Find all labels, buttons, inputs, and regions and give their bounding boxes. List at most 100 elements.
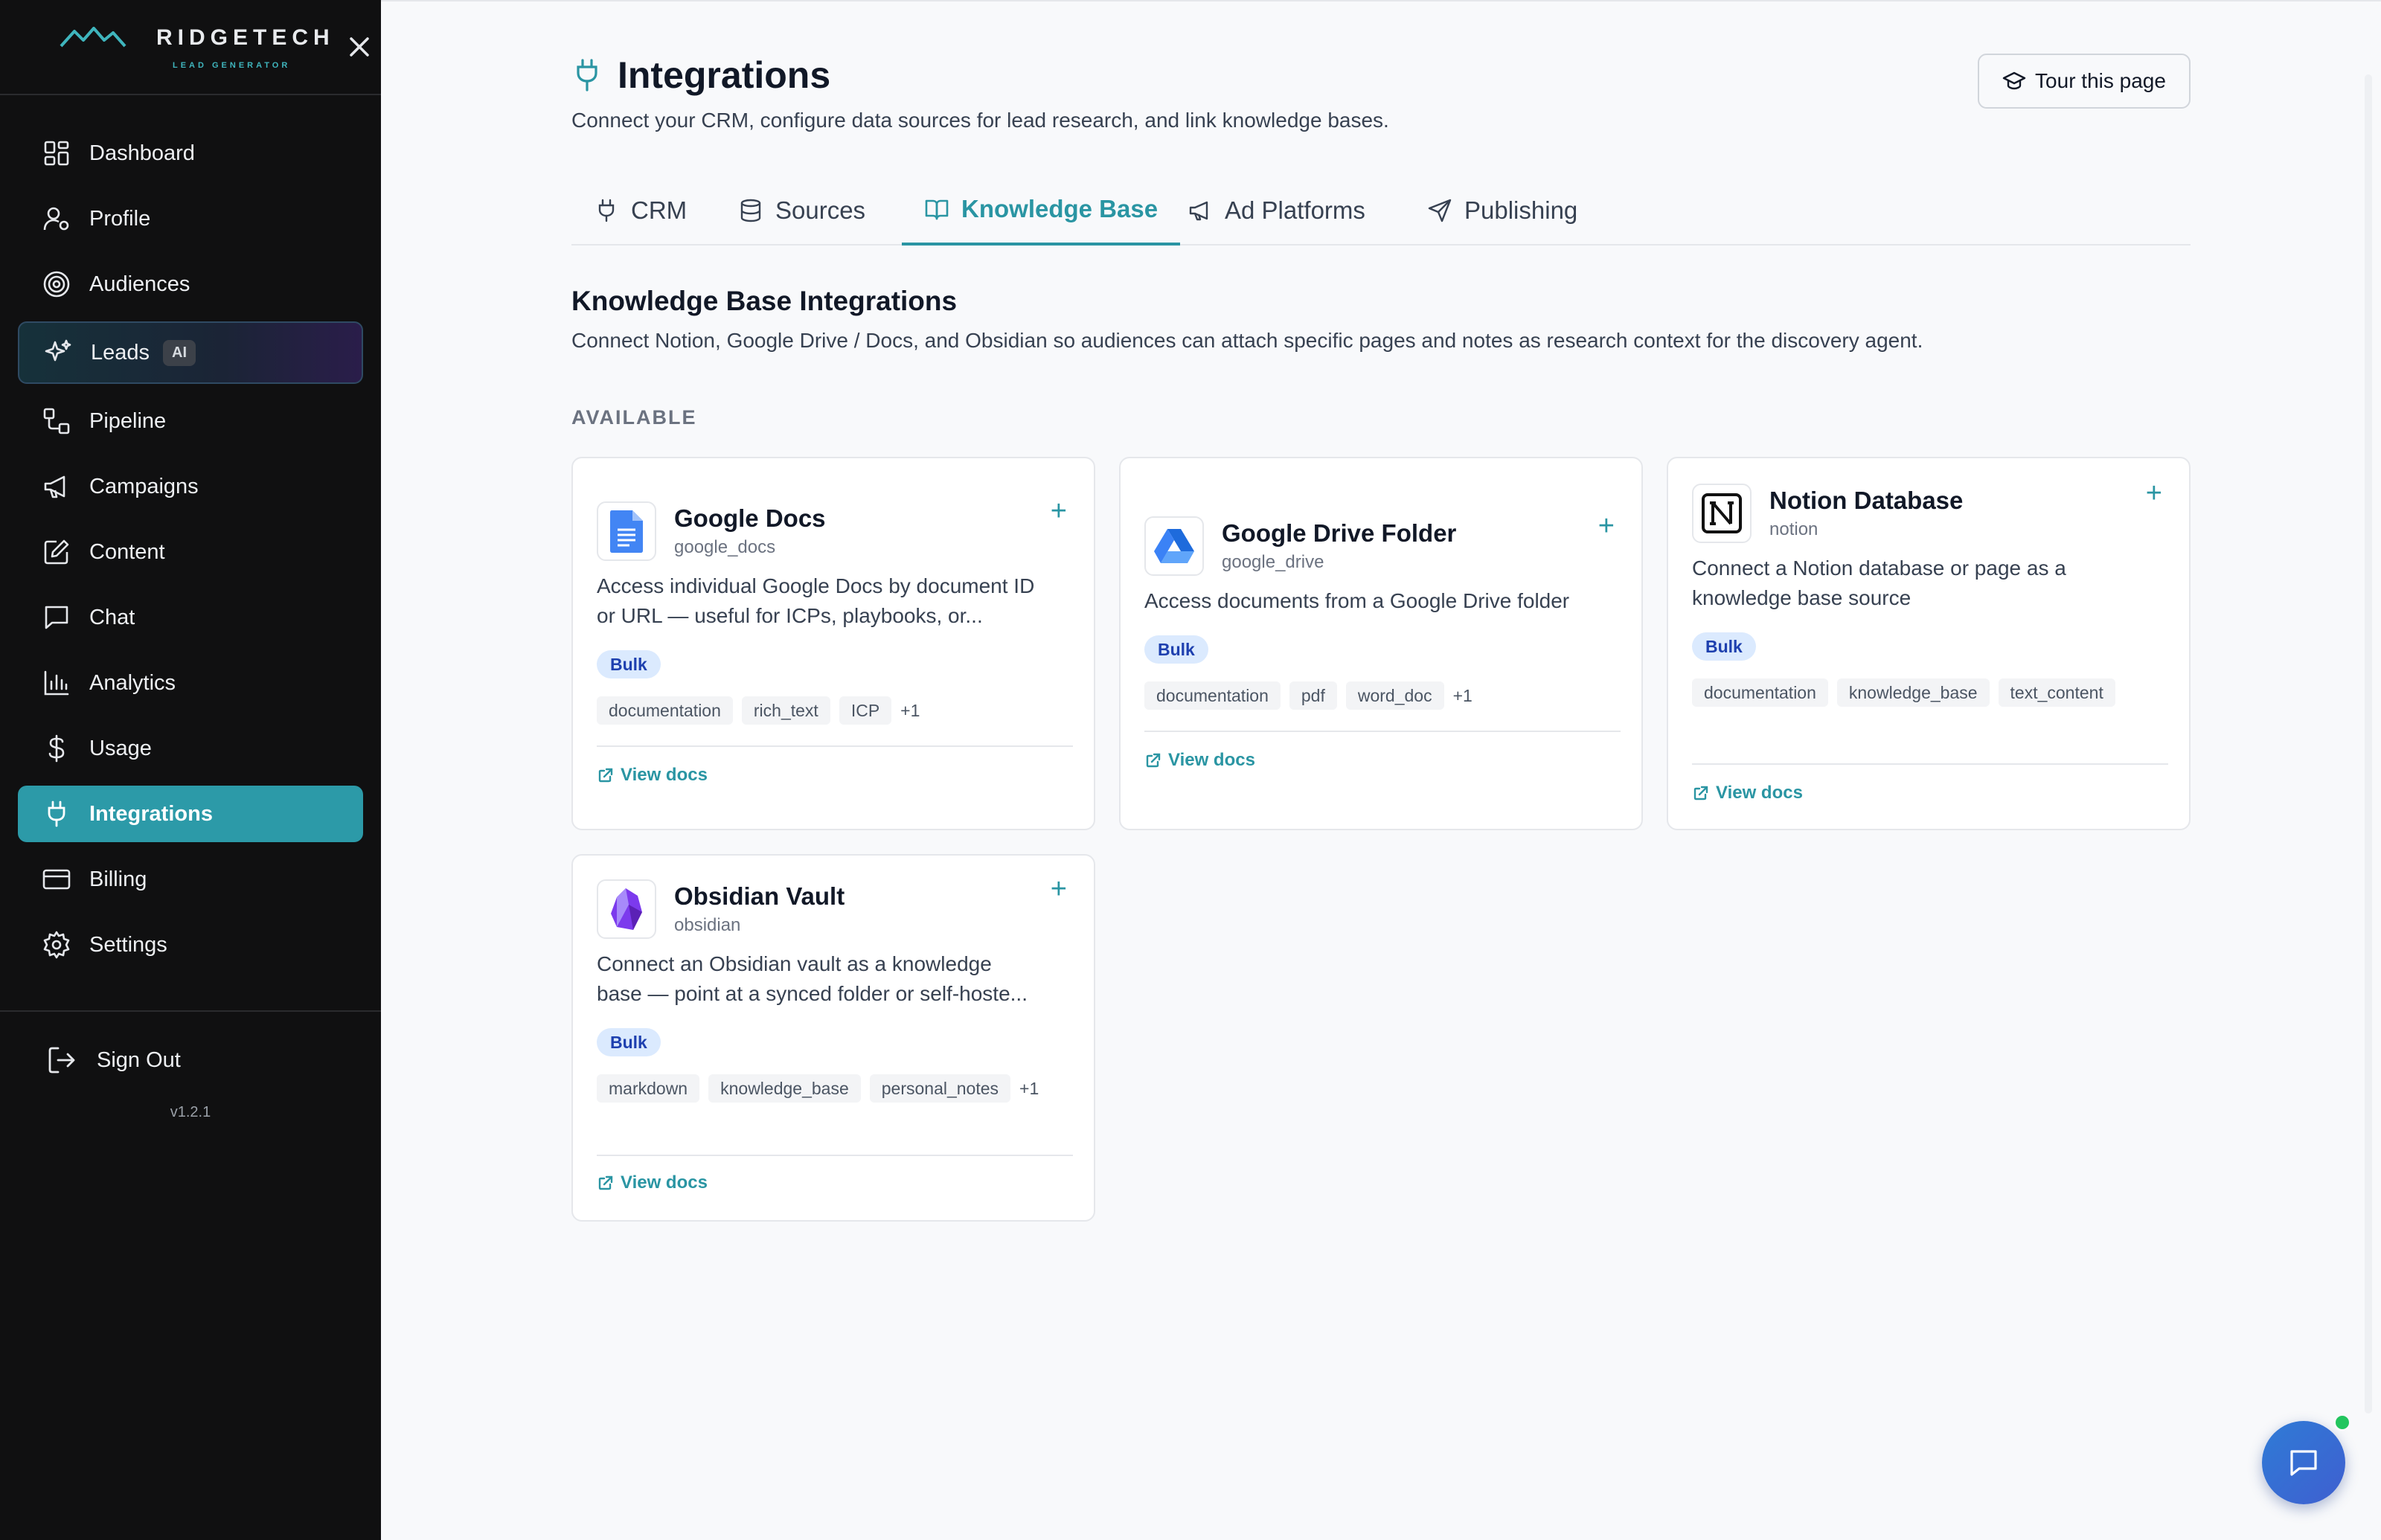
integration-name: Obsidian Vault — [674, 882, 845, 910]
megaphone-icon — [1189, 201, 1208, 221]
bulk-badge: Bulk — [1144, 635, 1208, 664]
integration-card-obsidian[interactable]: Obsidian Vault obsidian + Connect an Obs… — [571, 854, 1095, 1222]
available-heading: AVAILABLE — [571, 406, 697, 429]
tag: documentation — [1144, 681, 1281, 710]
mountain-logo-icon — [60, 27, 126, 48]
tag-list: documentation pdf word_doc +1 — [1144, 681, 1621, 710]
dollar-icon — [48, 734, 65, 763]
sidebar-item-billing[interactable]: Billing — [18, 851, 363, 908]
external-link-icon — [598, 768, 613, 783]
tag-list: markdown knowledge_base personal_notes +… — [597, 1074, 1073, 1103]
megaphone-icon — [44, 475, 65, 498]
sidebar-item-label: Profile — [89, 206, 151, 231]
target-icon — [43, 271, 70, 298]
external-link-icon — [598, 1175, 613, 1190]
dashboard-icon — [44, 141, 69, 166]
sign-out-label: Sign Out — [97, 1047, 181, 1072]
tab-sources[interactable]: Sources — [716, 176, 888, 246]
sidebar-item-chat[interactable]: Chat — [18, 589, 363, 646]
view-docs-label: View docs — [621, 765, 708, 785]
send-icon — [1428, 199, 1452, 222]
scrollbar[interactable] — [2365, 74, 2372, 1414]
close-icon[interactable] — [345, 33, 374, 61]
brand-header: RIDGETECH LEAD GENERATOR — [0, 0, 381, 95]
view-docs-link[interactable]: View docs — [1692, 783, 1803, 803]
google-drive-logo — [1144, 516, 1204, 576]
integration-description: Connect a Notion database or page as a k… — [1692, 554, 2165, 613]
obsidian-logo — [597, 879, 656, 939]
card-divider — [597, 745, 1073, 747]
sidebar-item-label: Billing — [89, 867, 147, 891]
sidebar-item-label: Usage — [89, 736, 152, 760]
top-border — [381, 0, 2381, 4]
external-link-icon — [1146, 753, 1161, 768]
integration-slug: obsidian — [674, 915, 741, 935]
sidebar-item-label: Settings — [89, 932, 167, 957]
sidebar-item-label: Chat — [89, 605, 135, 629]
view-docs-link[interactable]: View docs — [597, 765, 708, 786]
integration-description: Connect an Obsidian vault as a knowledge… — [597, 949, 1070, 1009]
tag: knowledge_base — [708, 1074, 861, 1103]
sidebar-item-label: Pipeline — [89, 408, 167, 433]
view-docs-label: View docs — [1168, 750, 1255, 770]
sign-out-button[interactable]: Sign Out — [46, 1045, 181, 1076]
description-line: or URL — useful for ICPs, playbooks, or.… — [597, 604, 983, 627]
more-tags-count: +1 — [900, 700, 920, 720]
sidebar-item-pipeline[interactable]: Pipeline — [18, 393, 363, 449]
integration-card-google-drive[interactable]: Google Drive Folder google_drive + Acces… — [1119, 457, 1643, 830]
bar-chart-icon — [44, 670, 69, 696]
sidebar-nav: Dashboard Profile Audiences Leads AI Pip… — [18, 125, 363, 982]
integration-name: Google Drive Folder — [1222, 519, 1457, 547]
view-docs-label: View docs — [1716, 783, 1803, 803]
view-docs-link[interactable]: View docs — [1144, 750, 1255, 771]
google-docs-logo — [597, 501, 656, 561]
sidebar-item-label: Dashboard — [89, 141, 195, 165]
sidebar: RIDGETECH LEAD GENERATOR Dashboard Profi… — [0, 0, 381, 1540]
card-divider — [1692, 763, 2168, 765]
brand-tagline: LEAD GENERATOR — [173, 61, 291, 70]
description-line: Connect a Notion database or page as a — [1692, 556, 2066, 580]
pipeline-icon — [43, 408, 70, 434]
tag: markdown — [597, 1074, 700, 1103]
sidebar-item-profile[interactable]: Profile — [18, 190, 363, 247]
tab-label: Knowledge Base — [961, 195, 1159, 222]
integration-slug: notion — [1769, 519, 1818, 539]
page-subtitle: Connect your CRM, configure data sources… — [571, 109, 1389, 132]
notion-icon — [1702, 493, 1742, 533]
tab-crm[interactable]: CRM — [571, 176, 709, 246]
sidebar-item-leads[interactable]: Leads AI — [18, 321, 363, 384]
tour-page-button[interactable]: Tour this page — [1978, 54, 2191, 109]
chat-icon — [45, 606, 68, 629]
tab-knowledge-base[interactable]: Knowledge Base — [902, 176, 1181, 246]
sidebar-item-settings[interactable]: Settings — [18, 917, 363, 973]
tab-publishing[interactable]: Publishing — [1405, 176, 1600, 246]
sidebar-item-usage[interactable]: Usage — [18, 720, 363, 777]
integration-card-notion[interactable]: Notion Database notion + Connect a Notio… — [1667, 457, 2191, 830]
add-integration-button[interactable]: + — [1051, 497, 1067, 525]
sidebar-item-integrations[interactable]: Integrations — [18, 786, 363, 842]
add-integration-button[interactable]: + — [1598, 512, 1615, 540]
sidebar-item-dashboard[interactable]: Dashboard — [18, 125, 363, 182]
graduation-cap-icon — [2002, 71, 2026, 90]
sidebar-item-analytics[interactable]: Analytics — [18, 655, 363, 711]
obsidian-icon — [611, 888, 642, 930]
integration-card-google-docs[interactable]: Google Docs google_docs + Access individ… — [571, 457, 1095, 830]
sidebar-item-campaigns[interactable]: Campaigns — [18, 458, 363, 515]
description-line: Access documents from a Google Drive fol… — [1144, 589, 1570, 612]
section-description: Connect Notion, Google Drive / Docs, and… — [571, 329, 1923, 352]
add-integration-button[interactable]: + — [1051, 875, 1067, 903]
user-gear-icon — [43, 207, 69, 231]
description-line: Connect an Obsidian vault as a knowledge — [597, 952, 992, 975]
view-docs-link[interactable]: View docs — [597, 1172, 708, 1193]
sidebar-item-content[interactable]: Content — [18, 524, 363, 580]
bulk-badge: Bulk — [1692, 632, 1756, 661]
tab-ad-platforms[interactable]: Ad Platforms — [1165, 176, 1388, 246]
chat-widget-button[interactable] — [2262, 1421, 2345, 1504]
page-title: Integrations — [618, 54, 831, 96]
integration-description: Access documents from a Google Drive fol… — [1144, 586, 1618, 616]
add-integration-button[interactable]: + — [2146, 479, 2162, 507]
tab-label: Sources — [775, 196, 866, 224]
sidebar-item-audiences[interactable]: Audiences — [18, 256, 363, 312]
tag: word_doc — [1345, 681, 1444, 710]
description-line: Access individual Google Docs by documen… — [597, 574, 1035, 597]
